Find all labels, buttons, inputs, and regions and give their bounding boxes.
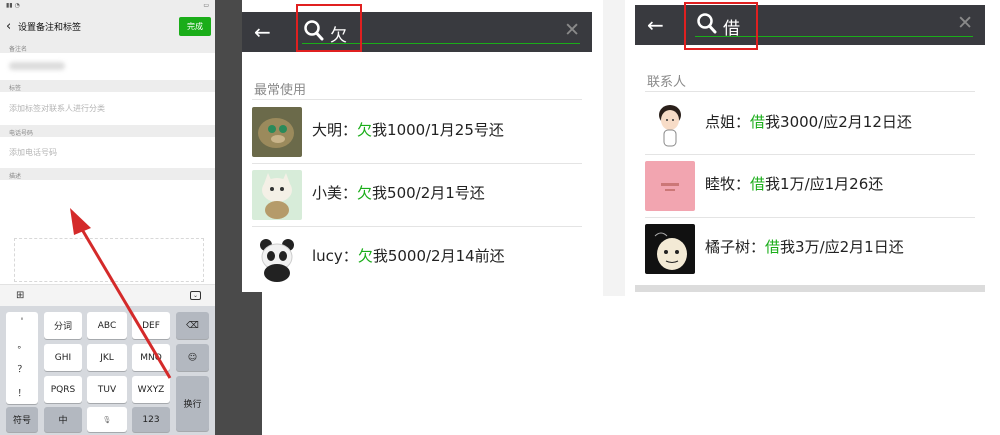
clear-icon[interactable]: ✕ (564, 19, 580, 41)
remark-text: 我1000/1月25号还 (372, 121, 504, 139)
list-item[interactable]: 橘子树：借我3万/应2月1日还 (635, 218, 985, 280)
item-text: lucy：欠我5000/2月14前还 (312, 245, 505, 266)
remark-text: 我500/2月1号还 (372, 184, 485, 202)
contact-remark-panel: ▮▮ ◔ ▭ ‹ 设置备注和标签 完成 备注名 标签 添加标签对联系人进行分类 … (0, 0, 262, 435)
clear-icon[interactable]: ✕ (957, 12, 973, 34)
contact-name: 睦牧： (705, 175, 751, 193)
list-item[interactable]: 睦牧：借我1万/应1月26还 (635, 155, 985, 217)
search-bar: ← 欠 ✕ (242, 12, 592, 52)
avatar (252, 170, 302, 220)
list-item[interactable]: lucy：欠我5000/2月14前还 (242, 227, 592, 289)
divider (645, 91, 975, 92)
back-arrow-icon[interactable]: ← (254, 20, 271, 44)
item-text: 橘子树：借我3万/应2月1日还 (705, 236, 904, 257)
remark-text: 我1万/应1月26还 (765, 175, 884, 193)
avatar (645, 161, 695, 211)
highlight-box (684, 2, 758, 50)
item-text: 大明：欠我1000/1月25号还 (312, 119, 504, 140)
divider (252, 99, 582, 100)
separator-gap (603, 0, 625, 296)
bottom-strip (635, 285, 985, 292)
search-panel-qian: ← 欠 ✕ 最常使用 大明：欠我1000/1月25号还 小美：欠我500/2月1… (242, 0, 592, 292)
list-item[interactable]: 小美：欠我500/2月1号还 (242, 164, 592, 226)
list-item[interactable]: 点姐：借我3000/应2月12日还 (635, 93, 985, 155)
group-title: 最常使用 (254, 83, 307, 98)
avatar (252, 233, 302, 283)
contact-name: 小美： (312, 184, 358, 202)
annotation-arrow (70, 208, 172, 379)
matched-keyword: 欠 (357, 247, 373, 265)
matched-keyword: 借 (750, 175, 766, 193)
item-text: 点姐：借我3000/应2月12日还 (705, 111, 912, 132)
item-text: 睦牧：借我1万/应1月26还 (705, 173, 883, 194)
screenshot-collage: ▮▮ ◔ ▭ ‹ 设置备注和标签 完成 备注名 标签 添加标签对联系人进行分类 … (0, 0, 1000, 435)
avatar (645, 224, 695, 274)
matched-keyword: 借 (765, 238, 781, 256)
contact-name: 大明： (312, 121, 358, 139)
item-text: 小美：欠我500/2月1号还 (312, 182, 485, 203)
avatar (645, 99, 695, 149)
matched-keyword: 欠 (357, 121, 373, 139)
group-title: 联系人 (647, 75, 687, 90)
remark-text: 我3万/应2月1日还 (780, 238, 904, 256)
search-panel-jie: ← 借 ✕ 联系人 点姐：借我3000/应2月12日还 睦牧：借我1万/应1月2… (635, 0, 985, 292)
contact-name: 点姐： (705, 113, 751, 131)
contact-name: lucy： (312, 247, 358, 265)
back-arrow-icon[interactable]: ← (647, 13, 664, 37)
remark-text: 我5000/2月14前还 (372, 247, 505, 265)
avatar (252, 107, 302, 157)
contact-name: 橘子树： (705, 238, 766, 256)
highlight-box (296, 4, 362, 52)
matched-keyword: 借 (750, 113, 766, 131)
list-item[interactable]: 大明：欠我1000/1月25号还 (242, 101, 592, 163)
remark-text: 我3000/应2月12日还 (765, 113, 912, 131)
matched-keyword: 欠 (357, 184, 373, 202)
